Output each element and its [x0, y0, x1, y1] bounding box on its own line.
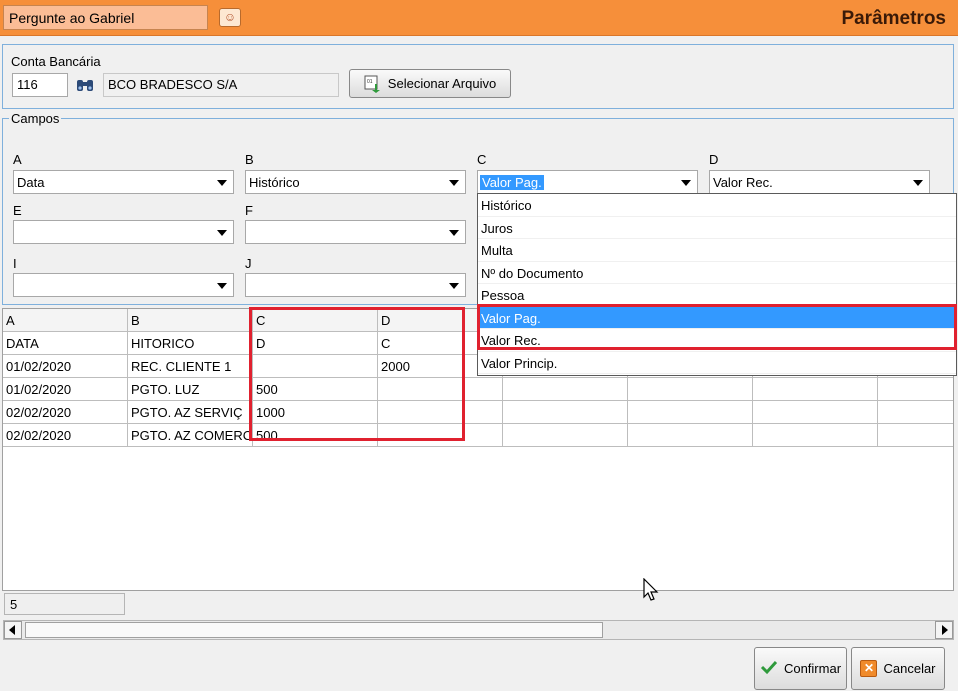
field-d-select[interactable]: Valor Rec.	[709, 170, 930, 194]
field-a-select[interactable]: Data	[13, 170, 234, 194]
field-i-select[interactable]	[13, 273, 234, 297]
chevron-down-icon[interactable]	[217, 180, 227, 186]
table-cell[interactable]: DATA	[3, 332, 128, 355]
page-title: Parâmetros	[841, 8, 946, 29]
table-cell[interactable]	[503, 378, 628, 401]
annotation-box-columns	[249, 307, 465, 441]
field-f-select[interactable]	[245, 220, 466, 244]
table-cell[interactable]	[753, 401, 878, 424]
chevron-right-icon	[942, 625, 948, 635]
table-cell[interactable]: HITORICO	[128, 332, 253, 355]
column-header[interactable]: A	[3, 309, 128, 332]
svg-text:01: 01	[367, 79, 373, 85]
table-row[interactable]: 01/02/2020 PGTO. LUZ 500	[3, 378, 953, 401]
dropdown-option[interactable]: Valor Princip.	[478, 352, 956, 374]
field-letter-i: I	[13, 256, 17, 271]
table-cell[interactable]: 02/02/2020	[3, 401, 128, 424]
annotation-box-options	[477, 304, 957, 350]
table-cell[interactable]	[503, 401, 628, 424]
field-e-select[interactable]	[13, 220, 234, 244]
horizontal-scrollbar[interactable]	[3, 620, 954, 640]
bank-account-label: Conta Bancária	[11, 54, 101, 69]
scroll-left-button[interactable]	[4, 621, 22, 639]
scrollbar-thumb[interactable]	[25, 622, 603, 638]
table-cell[interactable]	[878, 378, 953, 401]
record-count: 5	[4, 593, 125, 615]
table-cell[interactable]: PGTO. AZ SERVIÇ	[128, 401, 253, 424]
table-cell[interactable]	[628, 401, 753, 424]
scroll-right-button[interactable]	[935, 621, 953, 639]
field-b-select[interactable]: Histórico	[245, 170, 466, 194]
field-letter-j: J	[245, 256, 252, 271]
dropdown-option[interactable]: Multa	[478, 239, 956, 262]
field-letter-d: D	[709, 152, 719, 167]
field-b-value: Histórico	[249, 175, 300, 190]
field-letter-f: F	[245, 203, 253, 218]
title-bar: Pergunte ao Gabriel ☺ Parâmetros	[0, 0, 958, 36]
bank-name-field: BCO BRADESCO S/A	[103, 73, 339, 97]
field-j-select[interactable]	[245, 273, 466, 297]
table-row[interactable]: 02/02/2020 PGTO. AZ SERVIÇ 1000	[3, 401, 953, 424]
table-cell[interactable]: 02/02/2020	[3, 424, 128, 447]
account-code-field[interactable]: 116	[12, 73, 68, 97]
file-import-icon: 01	[364, 75, 382, 93]
fields-group-label: Campos	[9, 111, 62, 126]
dropdown-option[interactable]: Nº do Documento	[478, 262, 956, 284]
cancel-button[interactable]: ✕ Cancelar	[851, 647, 945, 690]
confirm-label: Confirmar	[783, 661, 842, 676]
column-header[interactable]: B	[128, 309, 253, 332]
binoculars-icon[interactable]	[76, 78, 94, 92]
chevron-down-icon[interactable]	[449, 180, 459, 186]
select-file-label: Selecionar Arquivo	[387, 76, 497, 91]
mouse-cursor-icon	[643, 577, 659, 605]
dropdown-option[interactable]: Histórico	[478, 194, 956, 217]
ask-gabriel-input[interactable]: Pergunte ao Gabriel	[3, 5, 208, 30]
table-cell[interactable]: 01/02/2020	[3, 378, 128, 401]
chevron-down-icon[interactable]	[449, 230, 459, 236]
field-c-select[interactable]: Valor Pag.	[477, 170, 698, 194]
select-file-button[interactable]: 01 Selecionar Arquivo	[349, 69, 511, 98]
table-cell[interactable]	[753, 378, 878, 401]
table-cell[interactable]	[503, 424, 628, 447]
dropdown-option[interactable]: Juros	[478, 217, 956, 239]
chevron-down-icon[interactable]	[681, 180, 691, 186]
cancel-label: Cancelar	[883, 661, 936, 676]
chevron-left-icon	[9, 625, 15, 635]
chevron-down-icon[interactable]	[449, 283, 459, 289]
confirm-button[interactable]: Confirmar	[754, 647, 847, 690]
table-cell[interactable]: PGTO. AZ COMERC	[128, 424, 253, 447]
field-letter-a: A	[13, 152, 22, 167]
chevron-down-icon[interactable]	[913, 180, 923, 186]
field-c-value: Valor Pag.	[480, 175, 544, 190]
table-cell[interactable]	[878, 424, 953, 447]
help-person-icon[interactable]: ☺	[219, 8, 241, 27]
close-icon: ✕	[860, 660, 878, 677]
table-cell[interactable]	[628, 378, 753, 401]
field-letter-e: E	[13, 203, 22, 218]
table-cell[interactable]	[878, 401, 953, 424]
table-cell[interactable]	[628, 424, 753, 447]
table-row[interactable]: 02/02/2020 PGTO. AZ COMERC 500	[3, 424, 953, 447]
chevron-down-icon[interactable]	[217, 283, 227, 289]
chevron-down-icon[interactable]	[217, 230, 227, 236]
table-cell[interactable]: 01/02/2020	[3, 355, 128, 378]
table-cell[interactable]: PGTO. LUZ	[128, 378, 253, 401]
table-cell[interactable]: REC. CLIENTE 1	[128, 355, 253, 378]
field-a-value: Data	[17, 175, 45, 190]
table-cell[interactable]	[753, 424, 878, 447]
field-letter-b: B	[245, 152, 254, 167]
checkmark-icon	[760, 659, 778, 678]
field-d-value: Valor Rec.	[713, 175, 773, 190]
field-letter-c: C	[477, 152, 487, 167]
